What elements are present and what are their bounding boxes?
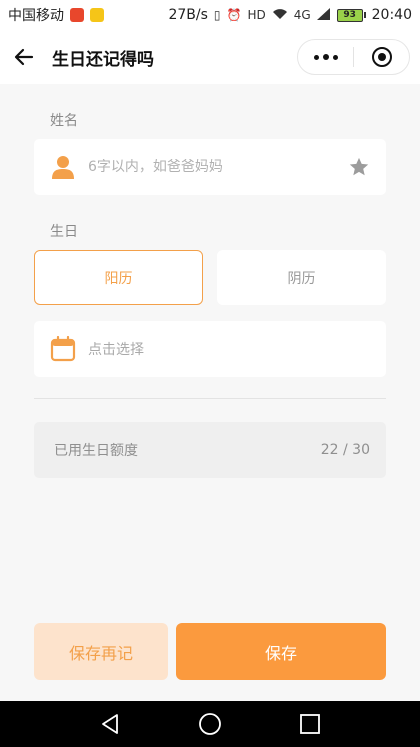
- person-icon: [52, 156, 74, 179]
- wifi-icon: [272, 8, 288, 23]
- quota-label: 已用生日额度: [54, 443, 138, 459]
- vibrate-icon: ▯: [213, 8, 221, 22]
- star-icon: [349, 157, 369, 176]
- miniprogram-capsule: [297, 39, 410, 75]
- notification-app-icon: [90, 8, 104, 22]
- triangle-back-icon: [102, 714, 118, 734]
- birthday-quota: 已用生日额度 22 / 30: [34, 422, 386, 478]
- nav-home-button[interactable]: [190, 704, 230, 744]
- notification-app-icon: [70, 8, 84, 22]
- system-nav-bar: [0, 701, 420, 747]
- date-picker-field[interactable]: 点击选择: [34, 321, 386, 377]
- name-input[interactable]: [88, 159, 348, 175]
- battery-icon: 93: [336, 8, 366, 22]
- carrier-label: 中国移动: [8, 8, 64, 24]
- alarm-icon: ⏰: [226, 8, 242, 22]
- nav-back-button[interactable]: [90, 704, 130, 744]
- signal-icon: [316, 7, 331, 23]
- target-icon: [371, 47, 392, 67]
- nav-recents-button[interactable]: [290, 704, 330, 744]
- favorite-button[interactable]: [348, 156, 370, 178]
- network-type: 4G: [293, 8, 311, 22]
- tab-solar-calendar[interactable]: 阳历: [34, 250, 203, 305]
- arrow-left-icon: [14, 48, 34, 66]
- network-speed: 27B/s: [168, 7, 208, 23]
- back-button[interactable]: [0, 30, 48, 84]
- status-bar: 中国移动 27B/s ▯ ⏰ HD 4G 93 20:40: [0, 0, 420, 30]
- status-bar-left: 中国移动: [8, 5, 104, 25]
- battery-level: 93: [336, 8, 363, 22]
- name-field-card: [34, 139, 386, 195]
- page-header: 生日还记得吗: [0, 30, 420, 84]
- date-placeholder: 点击选择: [88, 342, 144, 358]
- close-miniprogram-button[interactable]: [354, 40, 409, 74]
- square-recents-icon: [300, 714, 320, 734]
- save-button[interactable]: 保存: [176, 623, 386, 680]
- status-bar-right: 27B/s ▯ ⏰ HD 4G 93 20:40: [168, 7, 412, 23]
- save-and-continue-button[interactable]: 保存再记: [34, 623, 168, 680]
- quota-count: 22 / 30: [320, 442, 370, 458]
- calendar-icon: [50, 336, 76, 362]
- more-button[interactable]: [298, 40, 353, 74]
- name-section-label: 姓名: [50, 113, 78, 129]
- birthday-section-label: 生日: [50, 224, 78, 240]
- tab-lunar-calendar[interactable]: 阴历: [217, 250, 386, 305]
- circle-home-icon: [199, 713, 221, 735]
- clock: 20:40: [371, 7, 412, 23]
- hd-icon: HD: [247, 8, 266, 22]
- section-divider: [34, 398, 386, 399]
- page-title: 生日还记得吗: [52, 49, 154, 70]
